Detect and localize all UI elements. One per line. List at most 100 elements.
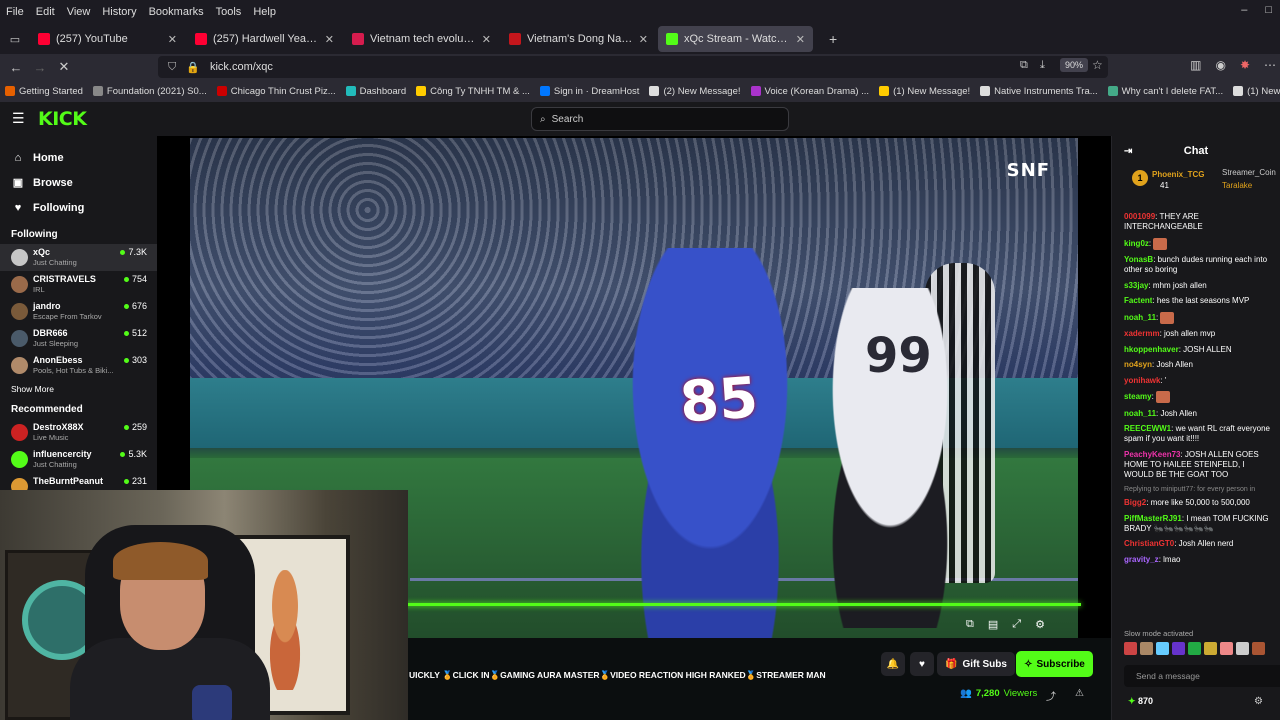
- menu-tools[interactable]: Tools: [210, 6, 248, 18]
- tab-close-icon[interactable]: ✕: [639, 33, 648, 46]
- chat-username[interactable]: ChristianGT0: [1124, 539, 1174, 548]
- kick-logo[interactable]: KICK: [38, 108, 87, 130]
- collapse-chat-icon[interactable]: ⇥: [1124, 146, 1132, 157]
- menu-file[interactable]: File: [0, 6, 30, 18]
- chat-toggle-icon[interactable]: ▤: [988, 618, 998, 631]
- tab-close-icon[interactable]: ✕: [325, 33, 334, 46]
- chat-message[interactable]: 0001099: THEY ARE INTERCHANGEABLE: [1124, 212, 1276, 232]
- chat-username[interactable]: yonihawk: [1124, 376, 1160, 385]
- chat-username[interactable]: hkoppenhaver: [1124, 345, 1179, 354]
- chat-message[interactable]: noah_11: Josh Allen: [1124, 409, 1276, 419]
- chat-username[interactable]: noah_11: [1124, 409, 1156, 418]
- tab-close-icon[interactable]: ✕: [168, 33, 177, 46]
- chat-message[interactable]: Factent: hes the last seasons MVP: [1124, 296, 1276, 306]
- picture-in-picture-icon[interactable]: ⧉: [1020, 59, 1028, 72]
- extension-icon[interactable]: ✸: [1240, 58, 1250, 72]
- chat-username[interactable]: PeachyKeen73: [1124, 450, 1180, 459]
- emote-icon[interactable]: [1204, 642, 1217, 655]
- emote-icon[interactable]: [1124, 642, 1137, 655]
- chat-message[interactable]: noah_11:: [1124, 311, 1276, 324]
- chat-username[interactable]: gravity_z: [1124, 555, 1159, 564]
- bookmark-item[interactable]: Foundation (2021) S0...: [88, 86, 212, 97]
- emote-icon[interactable]: [1252, 642, 1265, 655]
- chat-message[interactable]: gravity_z: lmao: [1124, 555, 1276, 565]
- sidebar-item-browse[interactable]: ▣ Browse: [0, 170, 157, 195]
- search-input[interactable]: ⌕ Search: [531, 107, 789, 131]
- bookmark-item[interactable]: Chicago Thin Crust Piz...: [212, 86, 341, 97]
- bookmark-item[interactable]: Getting Started: [0, 86, 88, 97]
- chat-message[interactable]: ChristianGT0: Josh Allen nerd: [1124, 539, 1276, 549]
- chat-username[interactable]: Bigg2: [1124, 498, 1146, 507]
- channel-item[interactable]: influencercity Just Chatting 5.3K: [0, 446, 157, 473]
- chat-username[interactable]: king0z: [1124, 239, 1149, 248]
- sidebar-icon[interactable]: ▥: [1190, 58, 1201, 72]
- chat-message[interactable]: hkoppenhaver: JOSH ALLEN: [1124, 345, 1276, 355]
- channel-item[interactable]: CRISTRAVELS IRL 754: [0, 271, 157, 298]
- report-icon[interactable]: ⚠: [1075, 688, 1084, 699]
- channel-item[interactable]: xQc Just Chatting 7.3K: [0, 244, 157, 271]
- chat-settings-icon[interactable]: ⚙: [1254, 696, 1263, 707]
- follow-heart-icon[interactable]: ♥: [910, 652, 934, 676]
- emote-icon[interactable]: [1188, 642, 1201, 655]
- chat-username[interactable]: s33jay: [1124, 281, 1148, 290]
- back-icon[interactable]: ←: [4, 60, 28, 75]
- bookmark-item[interactable]: (2) New Message!: [644, 86, 745, 97]
- fullscreen-icon[interactable]: ⤢: [1012, 618, 1021, 631]
- chat-username[interactable]: noah_11: [1124, 313, 1156, 322]
- chat-username[interactable]: steamy: [1124, 392, 1152, 401]
- chat-message[interactable]: PiffMasterRJ91: I mean TOM FUCKING BRADY…: [1124, 514, 1276, 534]
- chat-input[interactable]: Send a message: [1124, 665, 1280, 687]
- channel-item[interactable]: DestroX88X Live Music 259: [0, 419, 157, 446]
- chat-message[interactable]: king0z:: [1124, 237, 1276, 250]
- subscribe-button[interactable]: ✧ Subscribe: [1016, 651, 1093, 677]
- emote-icon[interactable]: [1172, 642, 1185, 655]
- channel-points[interactable]: 870: [1128, 696, 1153, 707]
- menu-view[interactable]: View: [61, 6, 97, 18]
- maximize-icon[interactable]: □: [1265, 4, 1272, 16]
- chat-username[interactable]: PiffMasterRJ91: [1124, 514, 1182, 523]
- bookmark-item[interactable]: Sign in · DreamHost: [535, 86, 645, 97]
- channel-item[interactable]: DBR666 Just Sleeping 512: [0, 325, 157, 352]
- channel-item[interactable]: jandro Escape From Tarkov 676: [0, 298, 157, 325]
- emote-icon[interactable]: [1220, 642, 1233, 655]
- zoom-level[interactable]: 90%: [1060, 58, 1089, 72]
- emote-icon[interactable]: [1156, 642, 1169, 655]
- chat-message[interactable]: steamy:: [1124, 391, 1276, 403]
- browser-tab[interactable]: (257) Hardwell Yearmix 2010 - \ ✕: [187, 26, 342, 52]
- menu-history[interactable]: History: [96, 6, 142, 18]
- menu-edit[interactable]: Edit: [30, 6, 61, 18]
- tab-list-icon[interactable]: ▭: [0, 33, 30, 46]
- tab-close-icon[interactable]: ✕: [796, 33, 805, 46]
- account-icon[interactable]: ◉: [1215, 58, 1225, 72]
- browser-tab[interactable]: Vietnam's Dong Nai issues leve ✕: [501, 26, 656, 52]
- chat-username[interactable]: 0001099: [1124, 212, 1155, 221]
- chat-leaderboard[interactable]: 1 Phoenix_TCG 41 Streamer_Coin Taralake: [1112, 166, 1280, 204]
- address-bar[interactable]: ⛉ 🔒 kick.com/xqc: [158, 56, 1108, 78]
- bookmark-star-icon[interactable]: ☆: [1092, 58, 1103, 72]
- stop-icon[interactable]: ✕: [52, 59, 76, 75]
- bookmark-item[interactable]: Why can't I delete FAT...: [1103, 86, 1228, 97]
- browser-tab[interactable]: Vietnam tech evolution on disp ✕: [344, 26, 499, 52]
- show-more-button[interactable]: Show More: [0, 379, 157, 399]
- menu-icon[interactable]: ☰: [12, 110, 25, 127]
- settings-icon[interactable]: ⚙: [1035, 618, 1045, 631]
- sidebar-item-home[interactable]: ⌂ Home: [0, 145, 157, 170]
- sidebar-item-following[interactable]: ♥ Following: [0, 195, 157, 220]
- chat-username[interactable]: YonasB: [1124, 255, 1153, 264]
- browser-tab[interactable]: (257) YouTube ✕: [30, 26, 185, 52]
- emote-icon[interactable]: [1140, 642, 1153, 655]
- bookmark-item[interactable]: Công Ty TNHH TM & ...: [411, 86, 535, 97]
- chat-message[interactable]: PeachyKeen73: JOSH ALLEN GOES HOME TO HA…: [1124, 450, 1276, 480]
- chat-message[interactable]: xadermm: josh allen mvp: [1124, 329, 1276, 339]
- gift-subs-button[interactable]: 🎁 Gift Subs: [937, 652, 1015, 676]
- chat-username[interactable]: Factent: [1124, 296, 1152, 305]
- chat-message[interactable]: REECEWW1: we want RL craft everyone spam…: [1124, 424, 1276, 444]
- theater-mode-icon[interactable]: ⧉: [966, 618, 974, 631]
- save-icon[interactable]: ⤓: [1040, 59, 1045, 72]
- bookmark-item[interactable]: Native Instruments Tra...: [975, 86, 1102, 97]
- bookmark-item[interactable]: Dashboard: [341, 86, 411, 97]
- tab-close-icon[interactable]: ✕: [482, 33, 491, 46]
- menu-bookmarks[interactable]: Bookmarks: [143, 6, 210, 18]
- channel-item[interactable]: AnonEbess Pools, Hot Tubs & Biki... 303: [0, 352, 157, 379]
- forward-icon[interactable]: →: [28, 60, 52, 75]
